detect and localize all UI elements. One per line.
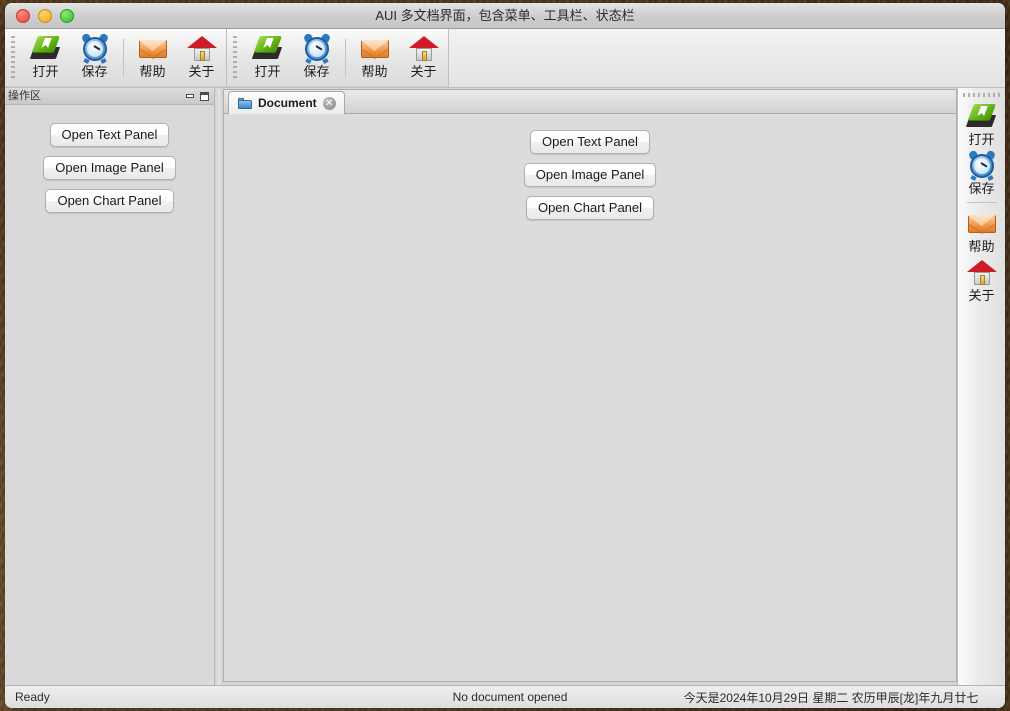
house-icon: [966, 257, 997, 287]
open-book-icon: [965, 101, 997, 131]
toolbar-1-separator: [123, 39, 124, 77]
envelope-icon: [138, 33, 168, 63]
toolbar-right-open-label: 打开: [968, 132, 995, 147]
toolbar-right-help-label: 帮助: [968, 239, 995, 254]
window-title: AUI 多文档界面，包含菜单、工具栏、状态栏: [375, 8, 635, 23]
envelope-icon: [360, 33, 390, 63]
toolbar-1-open-button[interactable]: 打开: [21, 29, 70, 87]
open-book-icon: [251, 33, 283, 63]
toolbar-2-help-button[interactable]: 帮助: [350, 29, 399, 87]
title-bar: AUI 多文档界面，包含菜单、工具栏、状态栏: [5, 3, 1005, 29]
doc-open-text-panel-button[interactable]: Open Text Panel: [530, 130, 650, 154]
toolbar-1-about-label: 关于: [188, 64, 215, 79]
main-body: 操作区 Open Text Panel Open Image Panel Ope…: [5, 88, 1005, 685]
toolbar-1-about-button[interactable]: 关于: [177, 29, 226, 87]
envelope-icon: [967, 208, 997, 238]
toolbar-right-help-button[interactable]: 帮助: [959, 207, 1004, 256]
status-date-field: 今天是2024年10月29日 星期二 农历甲辰[龙]年九月廿七: [683, 690, 979, 705]
application-window: AUI 多文档界面，包含菜单、工具栏、状态栏 打开 保存 帮助 关于 打开 保存…: [5, 3, 1005, 708]
toolbar-right: 打开 保存 帮助 关于: [957, 88, 1005, 685]
tab-bar: Document ✕: [224, 90, 956, 114]
open-chart-panel-button[interactable]: Open Chart Panel: [45, 189, 174, 213]
toolbar-1-open-label: 打开: [32, 64, 59, 79]
toolbar-2-about-button[interactable]: 关于: [399, 29, 448, 87]
status-ready-field: Ready: [15, 690, 50, 704]
folder-icon: [238, 97, 252, 109]
toolbar-2-gripper[interactable]: [231, 36, 240, 80]
toolbar-2-separator: [345, 39, 346, 77]
left-panel-content: Open Text Panel Open Image Panel Open Ch…: [5, 105, 214, 685]
toolbar-2: 打开 保存 帮助 关于: [227, 29, 449, 87]
splitter-sash[interactable]: [215, 88, 223, 685]
alarm-clock-icon: [302, 32, 332, 64]
toolbar-2-about-label: 关于: [410, 64, 437, 79]
house-icon: [186, 33, 217, 63]
document-notebook: Document ✕ Open Text Panel Open Image Pa…: [223, 89, 957, 682]
open-image-panel-button[interactable]: Open Image Panel: [43, 156, 176, 180]
toolbar-row: 打开 保存 帮助 关于 打开 保存 帮助 关于: [5, 29, 1005, 88]
toolbar-right-separator: [966, 202, 997, 203]
open-text-panel-button[interactable]: Open Text Panel: [49, 123, 170, 147]
doc-open-chart-panel-button[interactable]: Open Chart Panel: [525, 196, 655, 220]
toolbar-2-open-label: 打开: [254, 64, 281, 79]
toolbar-1-gripper[interactable]: [9, 36, 18, 80]
toolbar-right-save-button[interactable]: 保存: [959, 149, 1004, 198]
toolbar-1-save-button[interactable]: 保存: [70, 29, 119, 87]
toolbar-2-save-label: 保存: [303, 64, 330, 79]
house-icon: [408, 33, 439, 63]
toolbar-right-about-button[interactable]: 关于: [959, 256, 1004, 305]
toolbar-1-help-button[interactable]: 帮助: [128, 29, 177, 87]
close-tab-icon[interactable]: ✕: [322, 96, 336, 110]
toolbar-right-gripper[interactable]: [962, 91, 1001, 98]
maximize-pane-button[interactable]: [198, 90, 211, 102]
alarm-clock-icon: [967, 149, 997, 181]
toolbar-2-help-label: 帮助: [361, 64, 388, 79]
toolbar-right-about-label: 关于: [968, 288, 995, 303]
toolbar-right-save-label: 保存: [968, 181, 995, 196]
toolbar-1-save-label: 保存: [81, 64, 108, 79]
alarm-clock-icon: [80, 32, 110, 64]
tab-document[interactable]: Document ✕: [228, 91, 345, 114]
toolbar-2-save-button[interactable]: 保存: [292, 29, 341, 87]
toolbar-2-open-button[interactable]: 打开: [243, 29, 292, 87]
toolbar-right-open-button[interactable]: 打开: [959, 100, 1004, 149]
toolbar-1: 打开 保存 帮助 关于: [5, 29, 227, 87]
doc-open-image-panel-button[interactable]: Open Image Panel: [523, 163, 657, 187]
tab-document-label: Document: [258, 96, 317, 110]
minimize-pane-button[interactable]: [183, 90, 196, 102]
left-panel-title: 操作区: [8, 90, 41, 102]
status-bar: Ready No document opened 今天是2024年10月29日 …: [5, 685, 1005, 708]
document-canvas: Open Text Panel Open Image Panel Open Ch…: [224, 114, 956, 681]
left-panel: 操作区 Open Text Panel Open Image Panel Ope…: [5, 88, 215, 685]
open-book-icon: [29, 33, 61, 63]
status-document-field: No document opened: [452, 690, 568, 704]
toolbar-1-help-label: 帮助: [139, 64, 166, 79]
left-panel-caption-bar: 操作区: [5, 88, 214, 105]
